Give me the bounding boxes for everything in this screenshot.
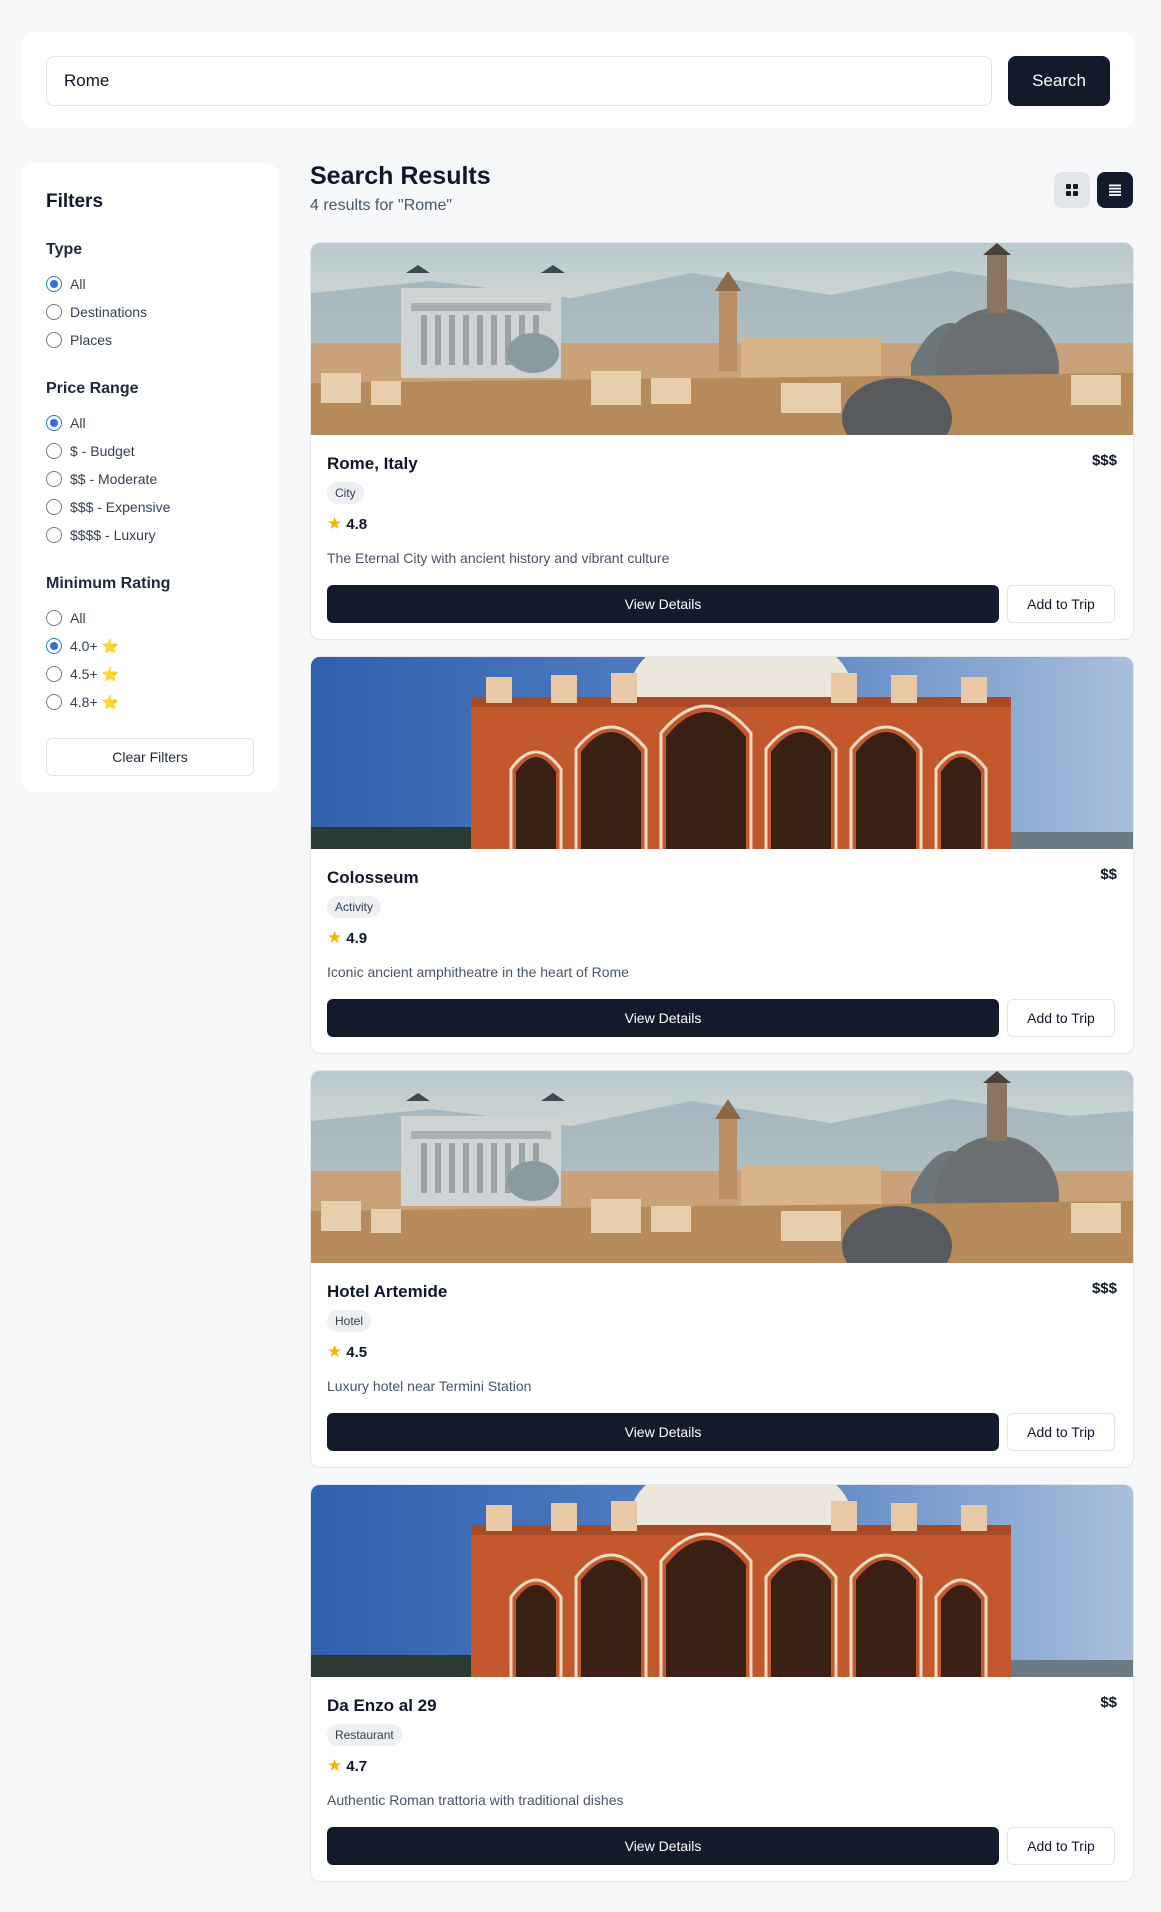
radio-button[interactable]: [46, 443, 62, 459]
filter-group-price: All $ - Budget $$ - Moderate $$$ - Expen…: [46, 409, 254, 549]
filter-option-type-all[interactable]: All: [46, 270, 254, 298]
view-details-button[interactable]: View Details: [327, 1413, 999, 1451]
price-level: $$$: [1091, 452, 1117, 469]
add-to-trip-button[interactable]: Add to Trip: [1007, 999, 1115, 1037]
radio-button[interactable]: [46, 666, 62, 682]
add-to-trip-button[interactable]: Add to Trip: [1007, 1827, 1115, 1865]
radio-button[interactable]: [46, 415, 62, 431]
filter-option-price-all[interactable]: All: [46, 409, 254, 437]
monument-image: [311, 1485, 1133, 1677]
rome-skyline-image: [311, 243, 1133, 435]
category-badge: Restaurant: [327, 1724, 402, 1746]
star-icon: ★: [327, 1756, 343, 1775]
filter-group-type-title: Type: [46, 241, 83, 258]
list-view-button[interactable]: [1097, 172, 1133, 208]
filters-title: Filters: [46, 191, 104, 212]
filter-option-label: All: [70, 610, 86, 626]
radio-button[interactable]: [46, 610, 62, 626]
filter-option-label: All: [70, 415, 86, 431]
result-card: Hotel Artemide $$$ Hotel ★ 4.5 Luxury ho…: [310, 1070, 1134, 1468]
rating-value: 4.9: [346, 929, 368, 947]
filter-option-type-destinations[interactable]: Destinations: [46, 298, 254, 326]
filter-option-label: $$$$ - Luxury: [70, 527, 156, 543]
result-card: Da Enzo al 29 $$ Restaurant ★ 4.7 Authen…: [310, 1484, 1134, 1882]
monument-image: [311, 657, 1133, 849]
result-description: The Eternal City with ancient history an…: [327, 550, 670, 566]
radio-button[interactable]: [46, 304, 62, 320]
filter-option-label: Destinations: [70, 304, 148, 320]
clear-filters-button[interactable]: Clear Filters: [46, 738, 254, 776]
filter-option-label: 4.5+ ⭐: [70, 665, 119, 682]
category-badge: City: [327, 482, 364, 504]
filters-panel: Filters Type All Destinations Places Pri…: [22, 163, 278, 792]
result-name: Da Enzo al 29: [327, 1696, 437, 1715]
result-description: Luxury hotel near Termini Station: [327, 1378, 532, 1394]
filter-option-label: 4.8+ ⭐: [70, 693, 119, 710]
rating: ★ 4.9: [327, 928, 367, 948]
rating-value: 4.7: [346, 1757, 368, 1775]
search-button[interactable]: Search: [1008, 56, 1110, 106]
filter-option-price-luxury[interactable]: $$$$ - Luxury: [46, 521, 254, 549]
price-level: $$: [1100, 1694, 1117, 1711]
star-icon: ★: [327, 1342, 343, 1361]
rating: ★ 4.7: [327, 1756, 367, 1776]
view-details-button[interactable]: View Details: [327, 1827, 999, 1865]
filter-group-type: All Destinations Places: [46, 270, 254, 354]
radio-button[interactable]: [46, 499, 62, 515]
star-icon: ★: [327, 928, 343, 947]
grid-view-button[interactable]: [1054, 172, 1090, 208]
filter-option-rating-4-0[interactable]: 4.0+ ⭐: [46, 632, 254, 660]
filter-option-label: $$$ - Expensive: [70, 499, 171, 515]
results-count: 4 results for "Rome": [310, 197, 453, 214]
rating-value: 4.8: [346, 515, 368, 533]
star-icon: ★: [327, 514, 343, 533]
filter-option-rating-4-8[interactable]: 4.8+ ⭐: [46, 688, 254, 716]
rating: ★ 4.8: [327, 514, 367, 534]
result-name: Rome, Italy: [327, 454, 418, 473]
category-badge: Activity: [327, 896, 382, 918]
filter-option-price-budget[interactable]: $ - Budget: [46, 437, 254, 465]
filter-option-label: All: [70, 276, 86, 292]
radio-button[interactable]: [46, 694, 62, 710]
search-bar: Search: [22, 32, 1134, 128]
category-badge: Hotel: [327, 1310, 372, 1332]
result-card: Rome, Italy $$$ City ★ 4.8 The Eternal C…: [310, 242, 1134, 640]
filter-option-type-places[interactable]: Places: [46, 326, 254, 354]
view-details-button[interactable]: View Details: [327, 999, 999, 1037]
radio-button[interactable]: [46, 527, 62, 543]
filter-option-label: Places: [70, 332, 113, 348]
result-description: Authentic Roman trattoria with tradition…: [327, 1792, 624, 1808]
add-to-trip-button[interactable]: Add to Trip: [1007, 585, 1115, 623]
add-to-trip-button[interactable]: Add to Trip: [1007, 1413, 1115, 1451]
results-title: Search Results: [310, 162, 491, 190]
filter-group-rating: All 4.0+ ⭐ 4.5+ ⭐ 4.8+ ⭐: [46, 604, 254, 716]
grid-icon: [1066, 184, 1078, 196]
result-name: Colosseum: [327, 868, 419, 887]
rome-skyline-image: [311, 1071, 1133, 1263]
filter-option-label: $$ - Moderate: [70, 471, 158, 487]
result-description: Iconic ancient amphitheatre in the heart…: [327, 964, 629, 980]
radio-button[interactable]: [46, 638, 62, 654]
list-icon: [1109, 184, 1121, 196]
view-details-button[interactable]: View Details: [327, 585, 999, 623]
filter-option-rating-all[interactable]: All: [46, 604, 254, 632]
filter-group-price-title: Price Range: [46, 380, 139, 397]
filter-group-rating-title: Minimum Rating: [46, 575, 171, 592]
price-level: $$$: [1091, 1280, 1117, 1297]
radio-button[interactable]: [46, 332, 62, 348]
radio-button[interactable]: [46, 276, 62, 292]
filter-option-label: $ - Budget: [70, 443, 135, 459]
filter-option-rating-4-5[interactable]: 4.5+ ⭐: [46, 660, 254, 688]
rating-value: 4.5: [346, 1343, 368, 1361]
filter-option-price-expensive[interactable]: $$$ - Expensive: [46, 493, 254, 521]
price-level: $$: [1100, 866, 1117, 883]
result-name: Hotel Artemide: [327, 1282, 448, 1301]
radio-button[interactable]: [46, 471, 62, 487]
result-card: Colosseum $$ Activity ★ 4.9 Iconic ancie…: [310, 656, 1134, 1054]
search-input[interactable]: [46, 56, 992, 106]
filter-option-price-moderate[interactable]: $$ - Moderate: [46, 465, 254, 493]
rating: ★ 4.5: [327, 1342, 367, 1362]
filter-option-label: 4.0+ ⭐: [70, 637, 119, 654]
